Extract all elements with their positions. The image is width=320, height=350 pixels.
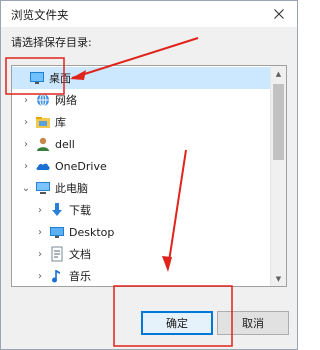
user-icon [35,136,51,152]
tree-item-label: OneDrive [55,159,107,173]
ok-button[interactable]: 确定 [141,311,213,335]
documents-icon [49,246,65,262]
tree-item-network[interactable]: › 网络 [12,89,278,111]
desktop-icon [29,70,45,86]
prompt-label: 请选择保存目录: [11,36,92,49]
scrollbar-thumb[interactable] [273,84,284,160]
folder-tree[interactable]: 桌面 › 网络 › 库 › dell › OneDrive ⌄ 此电脑 › 下载… [11,65,287,287]
tree-expander [14,72,26,84]
scroll-up-arrow-icon[interactable]: ▲ [271,66,286,81]
music-icon [49,268,65,284]
tree-scrollbar[interactable]: ▲ ▼ [270,66,286,286]
tree-item-label: dell [55,137,75,151]
tree-item-label: 音乐 [69,270,91,283]
tree-item-downloads[interactable]: › 下载 [12,199,286,221]
chevron-right-icon[interactable]: › [20,116,32,128]
tree-item-dell[interactable]: › dell [12,133,278,155]
desktop-folder-icon [49,224,65,240]
downloads-icon [49,202,65,218]
cancel-button[interactable]: 取消 [217,311,289,335]
window-title: 浏览文件夹 [11,8,69,22]
chevron-down-icon[interactable]: ⌄ [20,182,32,194]
scroll-down-arrow-icon[interactable]: ▼ [271,271,286,286]
tree-item-library[interactable]: › 库 [12,111,278,133]
tree-item-label: 桌面 [49,72,71,85]
tree-item-this-pc[interactable]: ⌄ 此电脑 [12,177,278,199]
library-icon [35,114,51,130]
tree-item-desktop-folder[interactable]: › Desktop [12,221,286,243]
tree-item-label: 网络 [55,94,77,107]
tree-item-label: 下载 [69,204,91,217]
chevron-right-icon[interactable]: › [20,160,32,172]
close-button[interactable] [267,2,291,26]
chevron-right-icon[interactable]: › [20,138,32,150]
tree-item-label: Desktop [69,225,115,239]
chevron-right-icon[interactable]: › [34,204,46,216]
browse-folder-dialog: 浏览文件夹 请选择保存目录: 桌面 › 网络 › 库 › dell › OneD… [0,0,298,350]
title-bar: 浏览文件夹 [1,1,297,27]
tree-item-music[interactable]: › 音乐 [12,265,286,286]
onedrive-icon [35,158,51,174]
chevron-right-icon[interactable]: › [34,270,46,282]
tree-item-desktop[interactable]: 桌面 [12,67,272,89]
chevron-right-icon[interactable]: › [34,226,46,238]
network-icon [35,92,51,108]
chevron-right-icon[interactable]: › [34,248,46,260]
tree-item-label: 库 [55,116,66,129]
tree-item-label: 文档 [69,248,91,261]
tree-item-label: 此电脑 [55,182,88,195]
computer-icon [35,180,51,196]
chevron-right-icon[interactable]: › [20,94,32,106]
tree-item-onedrive[interactable]: › OneDrive [12,155,278,177]
tree-item-documents[interactable]: › 文档 [12,243,286,265]
close-icon [274,9,284,19]
